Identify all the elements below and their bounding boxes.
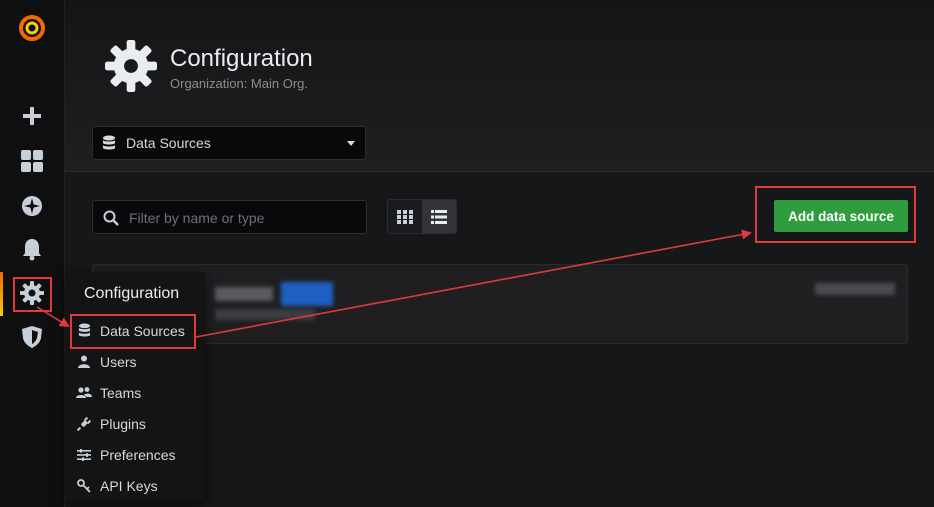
- gear-icon: [105, 40, 157, 97]
- redacted-text: [815, 283, 895, 295]
- chevron-down-icon: [347, 141, 355, 146]
- page-subtitle: Organization: Main Org.: [170, 76, 309, 91]
- menu-item-label: Data Sources: [100, 322, 185, 339]
- menu-item-label: API Keys: [100, 477, 158, 494]
- configuration-menu: Configuration Data Sources Users Teams P…: [65, 272, 205, 501]
- explore-icon[interactable]: [16, 190, 48, 222]
- grid-view-button[interactable]: [388, 200, 422, 233]
- page-title: Configuration: [170, 45, 313, 72]
- menu-item-plugins[interactable]: Plugins: [65, 408, 205, 439]
- menu-item-teams[interactable]: Teams: [65, 377, 205, 408]
- grafana-logo[interactable]: [16, 12, 48, 44]
- menu-item-users[interactable]: Users: [65, 346, 205, 377]
- redacted-text: [215, 309, 315, 320]
- list-view-button[interactable]: [422, 200, 456, 233]
- sidebar: [0, 0, 65, 507]
- sidebar-active-indicator: [0, 272, 3, 316]
- list-icon: [431, 209, 447, 224]
- users-icon: [75, 384, 93, 402]
- menu-item-label: Teams: [100, 384, 142, 401]
- grid-icon: [397, 209, 413, 224]
- menu-item-label: Users: [100, 353, 137, 370]
- redacted-text: [215, 287, 273, 301]
- menu-item-data-sources[interactable]: Data Sources: [65, 315, 205, 346]
- datasource-card[interactable]: [92, 264, 908, 344]
- key-icon: [75, 477, 93, 495]
- bell-icon[interactable]: [16, 233, 48, 265]
- menu-item-api-keys[interactable]: API Keys: [65, 470, 205, 501]
- datasource-select[interactable]: Data Sources: [92, 126, 366, 160]
- gear-icon[interactable]: [16, 277, 48, 309]
- filter-input[interactable]: [127, 201, 361, 235]
- user-icon: [75, 353, 93, 371]
- sliders-icon: [75, 446, 93, 464]
- database-icon: [75, 322, 93, 340]
- datasource-select-label: Data Sources: [126, 135, 211, 151]
- redacted-badge: [281, 282, 333, 306]
- menu-item-label: Preferences: [100, 446, 176, 463]
- menu-item-preferences[interactable]: Preferences: [65, 439, 205, 470]
- dashboards-icon[interactable]: [16, 145, 48, 177]
- filter-input-wrapper: [92, 200, 367, 235]
- shield-icon[interactable]: [16, 321, 48, 353]
- menu-item-label: Plugins: [100, 415, 146, 432]
- database-icon: [102, 135, 116, 151]
- plug-icon: [75, 415, 93, 433]
- view-toggle: [387, 199, 457, 234]
- plus-icon[interactable]: [16, 100, 48, 132]
- menu-title: Configuration: [84, 285, 180, 302]
- add-data-source-button[interactable]: Add data source: [774, 200, 908, 232]
